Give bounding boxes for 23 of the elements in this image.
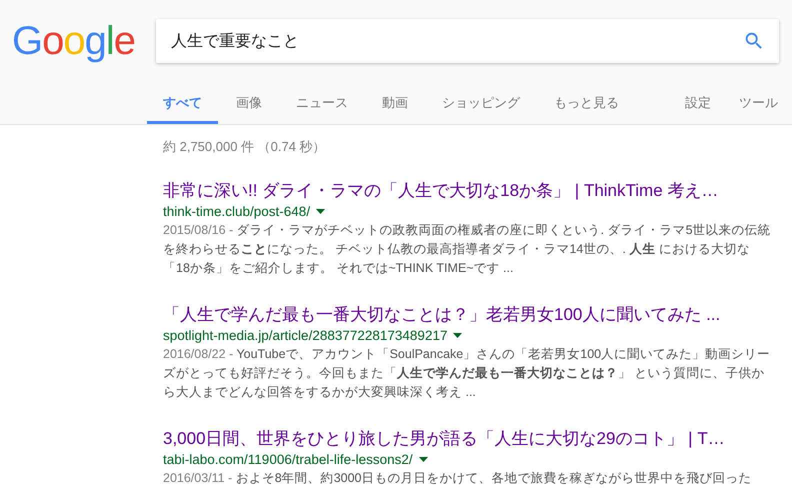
result-snippet: 2016/08/22 - YouTubeで、アカウント「SoulPancake」さんの「老若男女100人に聞いてみた」動画シリーズがとっても好評だそう。今回もまた「人生で学んだ最も一番大切なことは？」 という質問に、子供から大人までどんな回答をするかが大変興味深く考え ... (163, 346, 772, 401)
result-title-link[interactable]: 3,000日間、世界をひとり旅した男が語る「人生に大切な29のコト」 | T… (163, 428, 773, 450)
dropdown-caret-icon[interactable] (316, 209, 326, 214)
dropdown-caret-icon[interactable] (453, 333, 462, 338)
result-snippet: 2016/03/11 - およそ8年間、約3000日もの月日をかけて、各地で旅費を稼ぎながら世界中を飛び回った (163, 470, 753, 487)
result-title-link[interactable]: 非常に深い!! ダライ・ラマの「人生で大切な18か条」 | ThinkTime 考え… (163, 180, 773, 202)
tab[interactable]: ニュース (280, 94, 364, 124)
tab[interactable]: もっと見る (538, 94, 635, 124)
result-url: spotlight-media.jp/article/288377228173489217 (163, 328, 448, 343)
logo[interactable]: Google (10, 16, 138, 66)
tab[interactable]: 動画 (366, 94, 424, 124)
result-url: tabi-labo.com/119006/trabel-life-lessons2/ (163, 452, 413, 467)
tab[interactable]: 画像 (220, 94, 278, 124)
result-stats: 約 2,750,000 件 （0.74 秒） (163, 138, 327, 156)
tab[interactable]: すべて (147, 94, 218, 124)
result-snippet: 2015/08/16 - ダライ・ラマがチベットの政教両面の権威者の座に即くという. ダライ・ラマ5世以来の伝統を終わらせることになった。 チベット仏教の最高指導者ダライ・ラマ14世の、. 人生 における大切な「18か条」をご紹介します。 それでは~THINK TIME~です ... (163, 222, 772, 277)
tab[interactable]: ショッピング (426, 94, 536, 124)
menu-link[interactable]: ツール (725, 94, 792, 124)
dropdown-caret-icon[interactable] (418, 457, 428, 462)
result-url: think-time.club/post-648/ (163, 204, 310, 219)
menu-link[interactable]: 設定 (671, 94, 725, 124)
result-title-link[interactable]: 「人生で学んだ最も一番大切なことは？」老若男女100人に聞いてみた ... (163, 304, 773, 326)
search-field[interactable]: 人生で重要なこと (156, 19, 779, 63)
